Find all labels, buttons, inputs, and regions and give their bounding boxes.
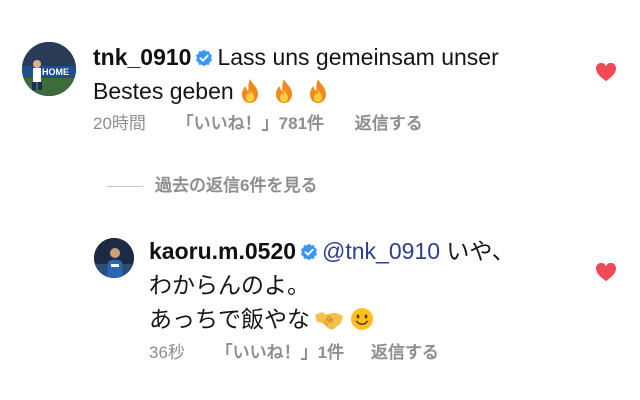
- reply-likes[interactable]: 「いいね！」1件: [216, 343, 344, 363]
- like-heart-icon[interactable]: [595, 262, 617, 282]
- reply-button[interactable]: 返信する: [355, 114, 423, 134]
- reply-text: あっちで飯やな: [149, 306, 310, 332]
- reply-line-1: kaoru.m.0520 @tnk_0910 いや、: [149, 234, 569, 268]
- reply-meta: 36秒 「いいね！」1件 返信する: [149, 343, 439, 363]
- comment-line-1: tnk_0910 Lass uns gemeinsam unser: [93, 40, 553, 74]
- reply-button[interactable]: 返信する: [371, 343, 439, 363]
- verified-badge-icon: [195, 49, 213, 67]
- reply-time: 36秒: [149, 343, 185, 362]
- fire-emoji-icon: [238, 78, 262, 104]
- comment-time: 20時間: [93, 114, 146, 133]
- comment-text: Lass uns gemeinsam unser: [217, 44, 499, 70]
- reply-text: いや、: [440, 238, 515, 264]
- comment-username[interactable]: tnk_0910: [93, 44, 191, 70]
- comment-likes[interactable]: 「いいね！」781件: [177, 114, 324, 134]
- svg-text:HOME: HOME: [42, 67, 69, 77]
- divider-line: [107, 186, 143, 188]
- view-replies-label: 過去の返信6件を見る: [155, 176, 318, 195]
- mention-link[interactable]: @tnk_0910: [322, 238, 440, 264]
- reply: kaoru.m.0520 @tnk_0910 いや、 わからんのよ。 あっちで飯や…: [149, 234, 569, 336]
- view-replies-button[interactable]: 過去の返信6件を見る: [107, 175, 317, 197]
- comment-line-2: Bestes geben: [93, 74, 553, 108]
- fire-emoji-icon: [272, 78, 296, 104]
- smiling-face-emoji-icon: [350, 306, 374, 332]
- comment-text: Bestes geben: [93, 78, 234, 104]
- reply-line-3: あっちで飯やな: [149, 302, 569, 336]
- avatar[interactable]: HOME: [22, 42, 76, 96]
- comment-meta: 20時間 「いいね！」781件 返信する: [93, 114, 423, 134]
- verified-badge-icon: [300, 243, 318, 261]
- reply-username[interactable]: kaoru.m.0520: [149, 238, 296, 264]
- handshake-emoji-icon: [314, 306, 344, 332]
- fire-emoji-icon: [306, 78, 330, 104]
- reply-line-2: わからんのよ。: [149, 268, 569, 302]
- comment: tnk_0910 Lass uns gemeinsam unser Bestes …: [93, 40, 553, 108]
- like-heart-icon[interactable]: [595, 62, 617, 82]
- avatar[interactable]: [94, 238, 134, 278]
- reply-text: わからんのよ。: [149, 272, 310, 298]
